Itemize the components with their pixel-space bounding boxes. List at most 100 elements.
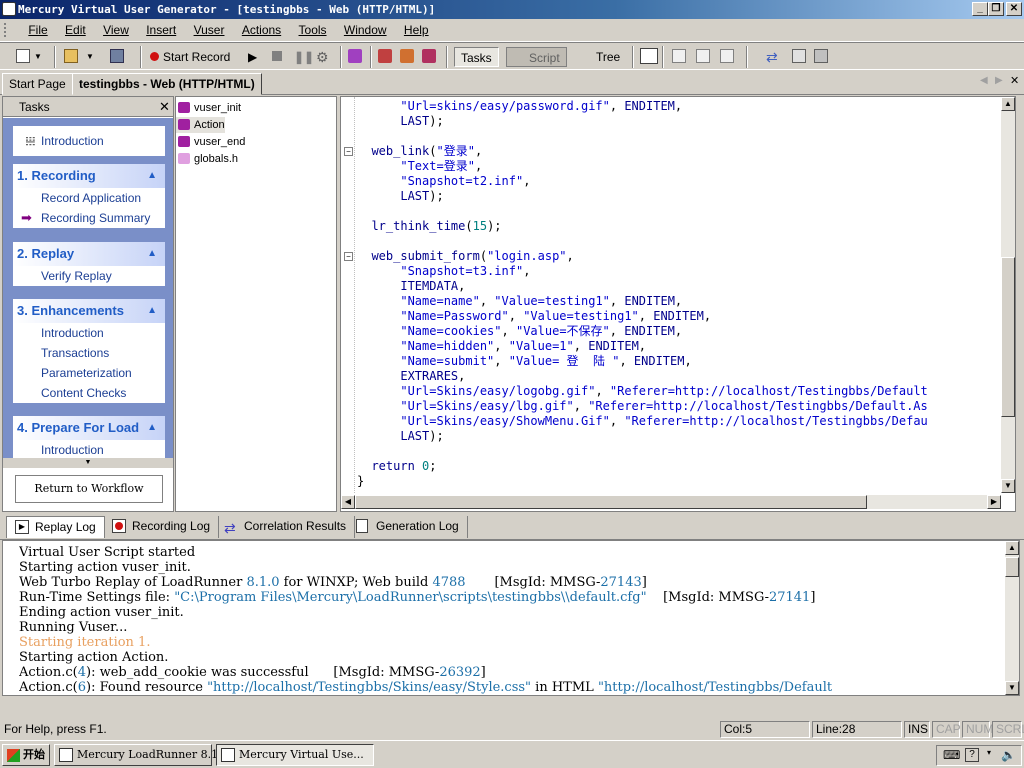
tree-item-vuser-end[interactable]: vuser_end xyxy=(176,134,245,150)
code-line[interactable]: "Text=登录", xyxy=(357,159,1001,174)
collapse-chevron-icon[interactable]: ▲ xyxy=(147,299,157,323)
menu-file[interactable]: File xyxy=(21,19,54,41)
open-folder-icon[interactable] xyxy=(64,49,78,63)
code-line[interactable]: LAST); xyxy=(357,189,1001,204)
action-icon[interactable] xyxy=(348,49,362,63)
menu-vuser[interactable]: Vuser xyxy=(187,19,232,41)
task-introduction[interactable]: 𝍐 Introduction xyxy=(13,131,165,151)
start-record-button[interactable]: Start Record xyxy=(150,47,230,67)
tree-item-globals[interactable]: globals.h xyxy=(176,151,238,167)
task-content-checks[interactable]: Content Checks xyxy=(13,383,165,403)
tree-item-action[interactable]: Action xyxy=(176,117,225,133)
fold-toggle-icon[interactable]: − xyxy=(344,147,353,156)
log-vertical-scrollbar[interactable]: ▲ ▼ xyxy=(1005,541,1019,695)
tray-expand-icon[interactable]: ▾ xyxy=(987,748,991,757)
sync-icon[interactable]: ⇄ xyxy=(766,47,778,67)
play-icon[interactable]: ▶ xyxy=(248,47,257,67)
fold-toggle-icon[interactable]: − xyxy=(344,252,353,261)
settings-gear-icon[interactable]: ⚙ xyxy=(316,47,329,67)
code-line[interactable] xyxy=(357,129,1001,144)
tab-recording-log[interactable]: Recording Log xyxy=(104,516,220,538)
collapse-chevron-icon[interactable]: ▲ xyxy=(147,242,157,266)
menu-view[interactable]: View xyxy=(96,19,136,41)
pause-icon[interactable]: ❚❚ xyxy=(294,47,314,67)
menu-window[interactable]: Window xyxy=(337,19,394,41)
scroll-up-icon[interactable]: ▲ xyxy=(1005,541,1019,555)
group-prepare-header[interactable]: 4. Prepare For Load ▲ xyxy=(13,416,165,440)
code-line[interactable]: LAST); xyxy=(357,114,1001,129)
editor-vertical-scrollbar[interactable]: ▲ ▼ xyxy=(1001,97,1015,493)
code-line[interactable]: ITEMDATA, xyxy=(357,279,1001,294)
tasks-pane-toggle-icon[interactable] xyxy=(640,48,658,64)
scroll-up-icon[interactable]: ▲ xyxy=(1001,97,1015,111)
code-line[interactable]: "Snapshot=t2.inf", xyxy=(357,174,1001,189)
minimize-button[interactable]: _ xyxy=(972,2,988,16)
restore-button[interactable]: ❐ xyxy=(988,2,1004,16)
new-dropdown-icon[interactable]: ▼ xyxy=(34,47,42,67)
tab-close-icon[interactable]: ✕ xyxy=(1010,74,1019,87)
menu-actions[interactable]: Actions xyxy=(235,19,288,41)
close-button[interactable]: ✕ xyxy=(1006,2,1022,16)
code-line[interactable]: web_submit_form("login.asp", xyxy=(357,249,1001,264)
code-line[interactable]: "Snapshot=t3.inf", xyxy=(357,264,1001,279)
tasks-scroll-down-icon[interactable]: ▼ xyxy=(3,458,173,468)
scroll-down-icon[interactable]: ▼ xyxy=(1005,681,1019,695)
editor-hscroll-thumb[interactable] xyxy=(355,495,867,509)
group-replay-header[interactable]: 2. Replay ▲ xyxy=(13,242,165,266)
tab-replay-log[interactable]: ▶ Replay Log xyxy=(6,516,105,538)
tab-generation-log[interactable]: Generation Log xyxy=(348,516,468,538)
transaction-icon[interactable] xyxy=(400,49,414,63)
code-line[interactable]: "Url=Skins/easy/lbg.gif", "Referer=http:… xyxy=(357,399,1001,414)
compare-icon[interactable] xyxy=(792,49,806,63)
code-line[interactable]: return 0; xyxy=(357,459,1001,474)
code-line[interactable]: web_link("登录", xyxy=(357,144,1001,159)
collapse-chevron-icon[interactable]: ▲ xyxy=(147,164,157,188)
tasks-pane-close-icon[interactable]: ✕ xyxy=(159,97,170,117)
task-prep-introduction[interactable]: Introduction xyxy=(13,440,165,458)
start-button[interactable]: 开始 xyxy=(2,744,50,766)
menu-help[interactable]: Help xyxy=(397,19,436,41)
group-recording-header[interactable]: 1. Recording ▲ xyxy=(13,164,165,188)
code-line[interactable] xyxy=(357,234,1001,249)
insert-step-icon[interactable] xyxy=(378,49,392,63)
menu-tools[interactable]: Tools xyxy=(292,19,334,41)
code-line[interactable]: "Name=Password", "Value=testing1", ENDIT… xyxy=(357,309,1001,324)
tasks-view-button[interactable]: Tasks xyxy=(454,47,499,67)
code-line[interactable]: "Name=cookies", "Value=不保存", ENDITEM, xyxy=(357,324,1001,339)
task-transactions[interactable]: Transactions xyxy=(13,343,165,363)
code-line[interactable]: "Name=name", "Value=testing1", ENDITEM, xyxy=(357,294,1001,309)
scroll-right-icon[interactable]: ▶ xyxy=(987,495,1001,509)
taskbar-loadrunner[interactable]: Mercury LoadRunner 8.1 xyxy=(54,744,218,766)
export-icon[interactable] xyxy=(814,49,828,63)
code-line[interactable] xyxy=(357,204,1001,219)
tree-view-button[interactable]: Tree xyxy=(576,47,620,67)
replay-log-output[interactable]: Virtual User Script started Starting acti… xyxy=(2,540,1020,696)
log-text[interactable]: Virtual User Script started Starting acti… xyxy=(19,545,1004,695)
script-editor[interactable]: − − "Url=skins/easy/password.gif", ENDIT… xyxy=(340,96,1016,512)
code-line[interactable]: "Name=hidden", "Value=1", ENDITEM, xyxy=(357,339,1001,354)
rendezvous-icon[interactable] xyxy=(422,49,436,63)
code-line[interactable]: LAST); xyxy=(357,429,1001,444)
help-icon[interactable]: ? xyxy=(965,748,979,762)
menu-insert[interactable]: Insert xyxy=(139,19,183,41)
tab-start-page[interactable]: Start Page xyxy=(2,73,73,95)
layout-center-icon[interactable] xyxy=(696,49,710,63)
code-line[interactable]: "Url=Skins/easy/logobg.gif", "Referer=ht… xyxy=(357,384,1001,399)
code-line[interactable]: "Url=Skins/easy/ShowMenu.Gif", "Referer=… xyxy=(357,414,1001,429)
code-line[interactable]: EXTRARES, xyxy=(357,369,1001,384)
keyboard-icon[interactable]: ⌨ xyxy=(943,748,960,762)
collapse-chevron-icon[interactable]: ▲ xyxy=(147,416,157,440)
open-dropdown-icon[interactable]: ▼ xyxy=(86,47,94,67)
group-enhancements-header[interactable]: 3. Enhancements ▲ xyxy=(13,299,165,323)
task-record-application[interactable]: Record Application xyxy=(13,188,165,208)
code-line[interactable]: "Name=submit", "Value= 登 陆 ", ENDITEM, xyxy=(357,354,1001,369)
tab-testingbbs[interactable]: testingbbs - Web (HTTP/HTML) xyxy=(72,73,262,95)
scroll-left-icon[interactable]: ◀ xyxy=(341,495,355,509)
task-enh-introduction[interactable]: Introduction xyxy=(13,323,165,343)
code-line[interactable]: } xyxy=(357,474,1001,489)
scroll-down-icon[interactable]: ▼ xyxy=(1001,479,1015,493)
code-text[interactable]: "Url=skins/easy/password.gif", ENDITEM, … xyxy=(357,99,1001,493)
speaker-icon[interactable]: 🔈 xyxy=(1001,748,1016,762)
taskbar-vugen[interactable]: Mercury Virtual Use... xyxy=(216,744,374,766)
log-scroll-thumb[interactable] xyxy=(1005,557,1019,577)
